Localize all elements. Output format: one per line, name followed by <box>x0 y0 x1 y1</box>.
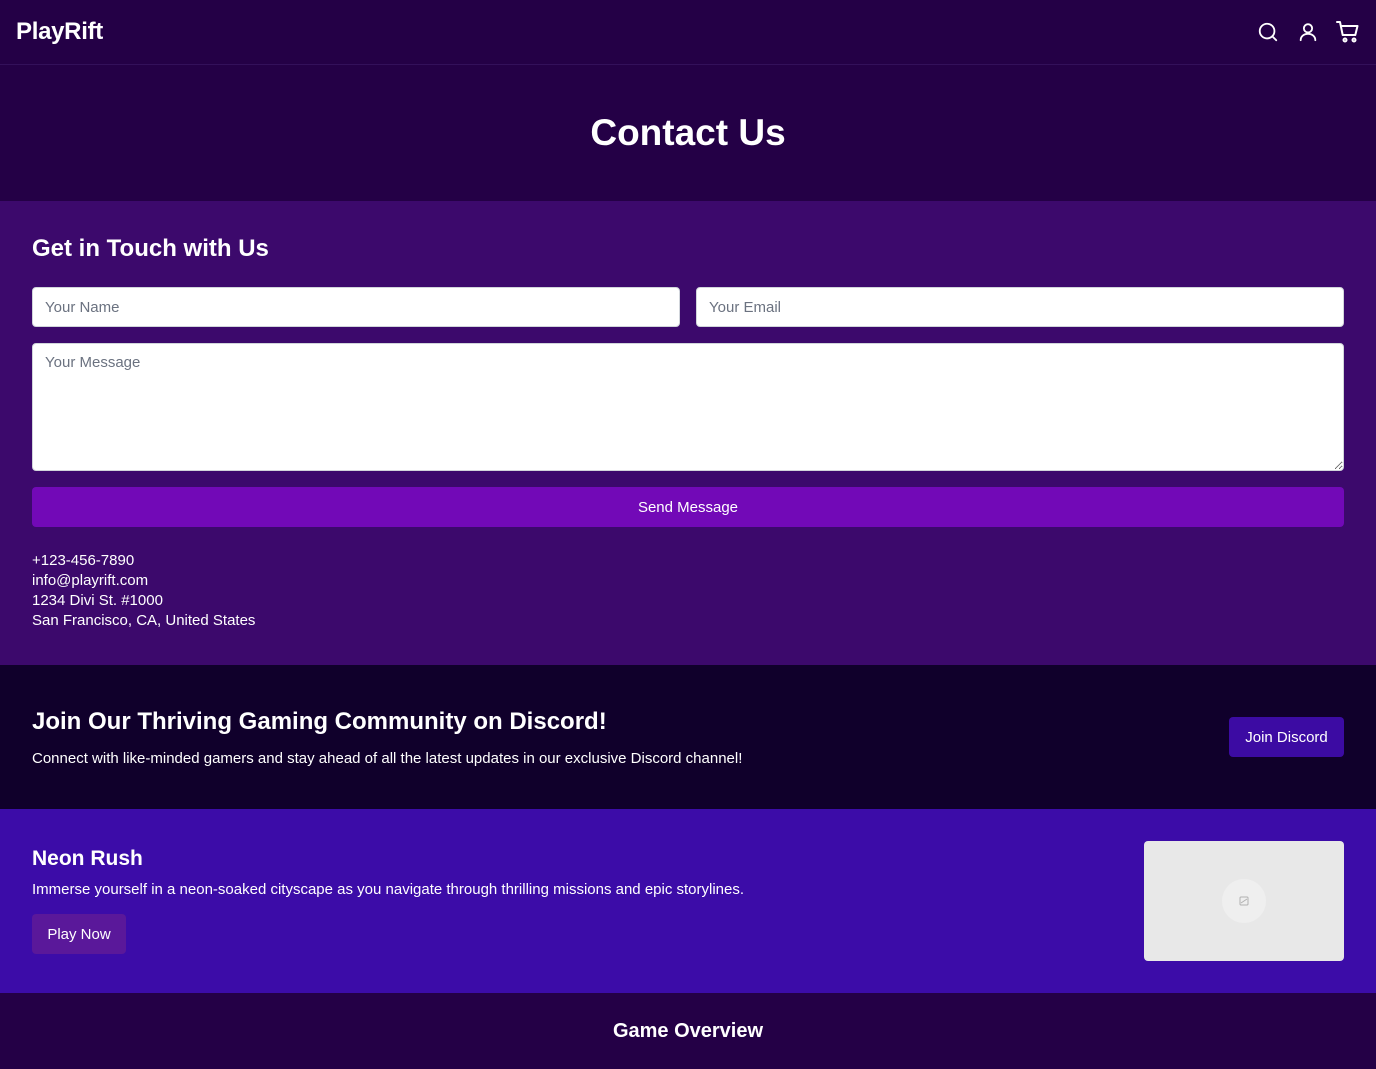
discord-section: Join Our Thriving Gaming Community on Di… <box>0 665 1376 809</box>
page-title: Contact Us <box>590 112 786 153</box>
name-input[interactable] <box>32 287 680 327</box>
game-title: Neon Rush <box>32 847 143 870</box>
image-placeholder-icon <box>1222 879 1266 923</box>
featured-game-section: Neon Rush Immerse yourself in a neon-soa… <box>0 809 1376 993</box>
cart-icon[interactable] <box>1336 20 1360 44</box>
site-header: PlayRift <box>0 0 1376 65</box>
search-icon[interactable] <box>1256 20 1280 44</box>
discord-description: Connect with like-minded gamers and stay… <box>32 749 743 767</box>
game-text-block: Neon Rush Immerse yourself in a neon-soa… <box>32 841 744 961</box>
message-textarea[interactable] <box>32 343 1344 471</box>
game-overview-section: Game Overview <box>0 993 1376 1069</box>
send-message-button[interactable]: Send Message <box>32 487 1344 527</box>
contact-info: +123-456-7890 info@playrift.com 1234 Div… <box>32 551 1344 631</box>
play-now-button[interactable]: Play Now <box>32 914 126 954</box>
contact-address-line1: 1234 Divi St. #1000 <box>32 592 163 609</box>
game-description: Immerse yourself in a neon-soaked citysc… <box>32 881 745 898</box>
contact-section: Get in Touch with Us Send Message +123-4… <box>0 201 1376 665</box>
hero-section: Contact Us <box>0 65 1376 201</box>
game-image <box>1144 841 1344 961</box>
contact-phone: +123-456-7890 <box>32 552 135 569</box>
overview-heading: Game Overview <box>612 1019 764 1042</box>
user-icon[interactable] <box>1296 20 1320 44</box>
join-discord-button[interactable]: Join Discord <box>1229 717 1344 757</box>
discord-text-block: Join Our Thriving Gaming Community on Di… <box>32 708 742 767</box>
header-icons <box>1256 20 1360 44</box>
email-input[interactable] <box>696 287 1344 327</box>
contact-email: info@playrift.com <box>32 572 149 589</box>
discord-heading: Join Our Thriving Gaming Community on Di… <box>32 707 607 735</box>
name-email-row <box>32 287 1344 327</box>
contact-address-line2: San Francisco, CA, United States <box>32 612 256 629</box>
site-logo[interactable]: PlayRift <box>16 18 103 46</box>
contact-heading: Get in Touch with Us <box>32 235 269 262</box>
